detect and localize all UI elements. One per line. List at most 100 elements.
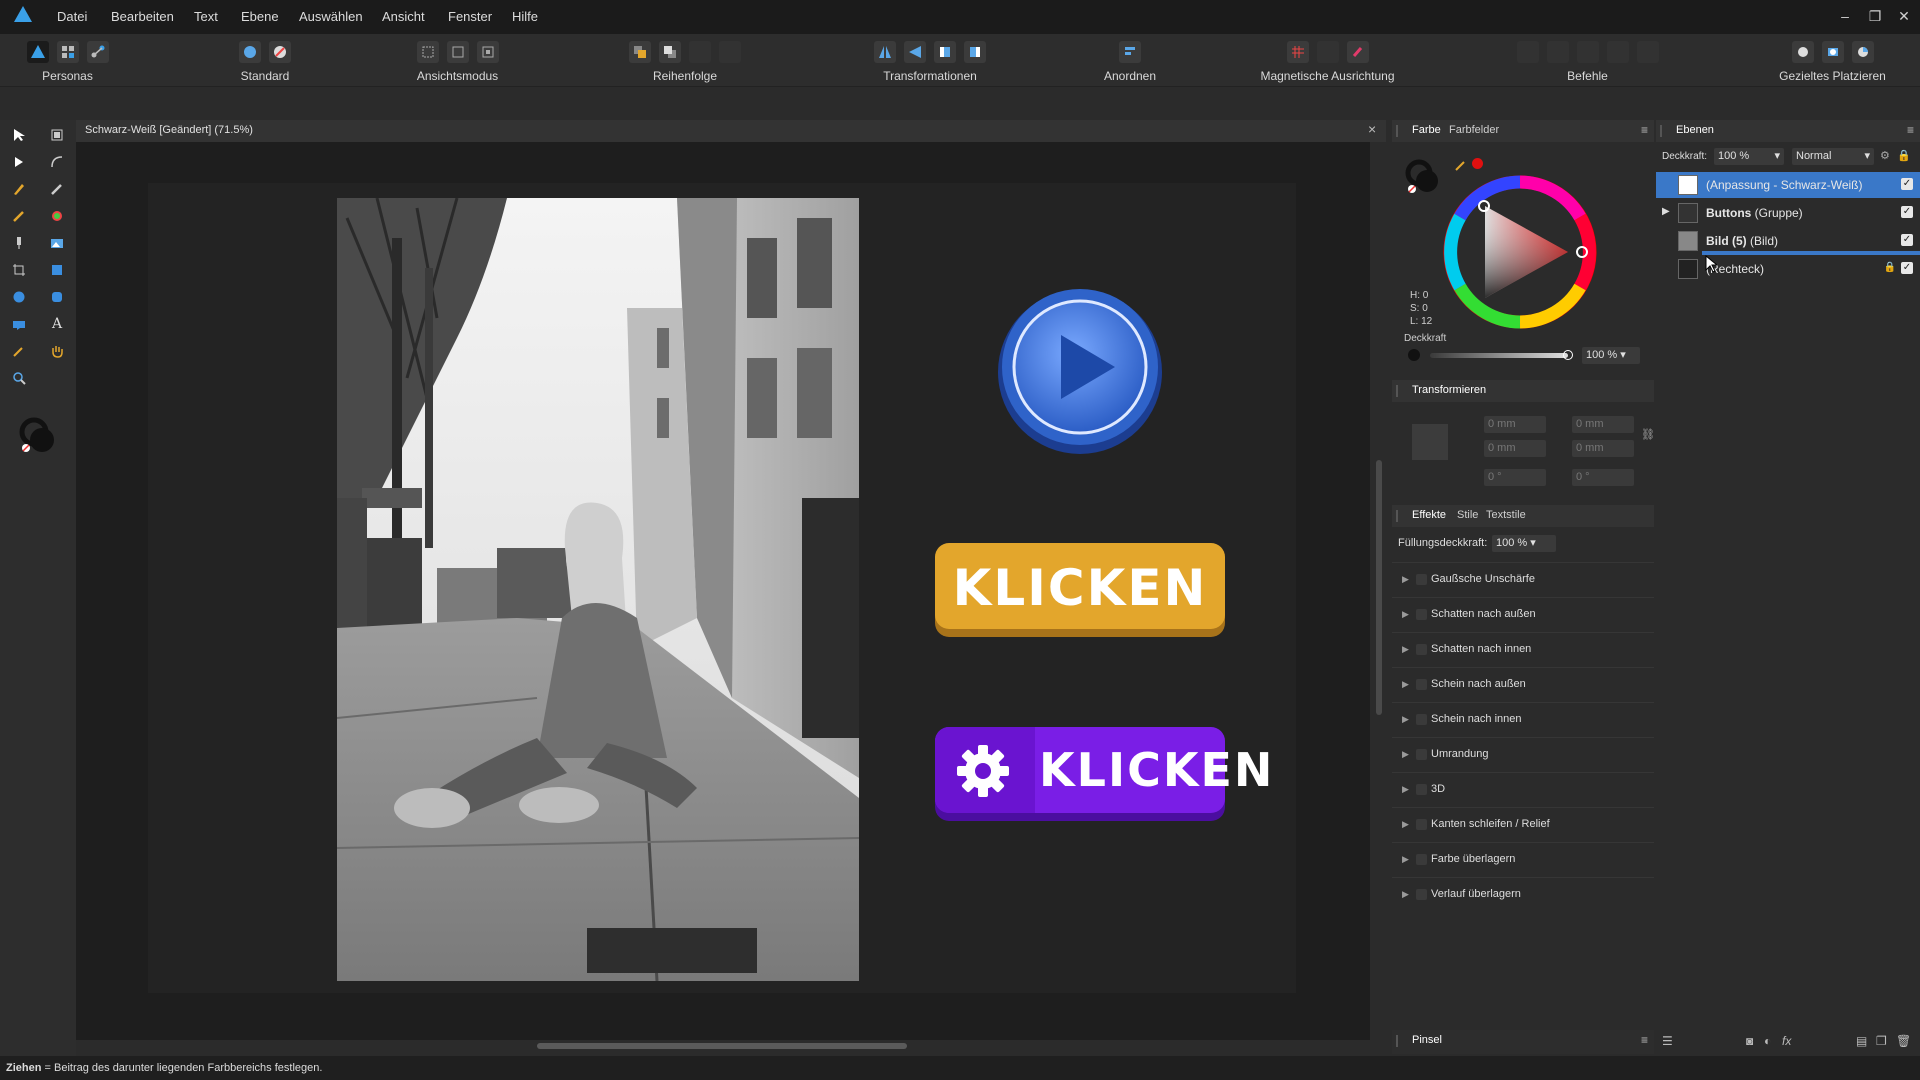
effect-row-outer-shadow[interactable]: ▶ Schatten nach außen [1392,597,1654,632]
play-button-design[interactable] [995,287,1165,457]
expand-arrow-icon[interactable]: ▶ [1402,644,1409,655]
flip-horizontal-icon[interactable] [874,41,896,63]
panel-menu-icon[interactable]: ≡ [1907,123,1914,137]
horizontal-scroll-thumb[interactable] [537,1043,907,1049]
layer-row-buttons-group[interactable]: ▶ Buttons (Gruppe) ✓ [1656,200,1920,226]
expand-arrow-icon[interactable]: ▶ [1402,854,1409,865]
layer-row-adjustment[interactable]: (Anpassung - Schwarz-Weiß) ✓ [1656,172,1920,198]
purple-click-button-design[interactable]: KLICKEN [935,727,1272,823]
tab-pinsel[interactable]: Pinsel [1412,1034,1442,1046]
cmd-2-icon[interactable] [1546,41,1569,63]
order-3-icon[interactable] [689,41,711,63]
menu-ebene[interactable]: Ebene [241,9,279,24]
effect-row-gradient-overlay[interactable]: ▶ Verlauf überlagern [1392,877,1654,912]
expand-arrow-icon[interactable]: ▶ [1402,609,1409,620]
opacity-value-field[interactable]: 100 % ▾ [1582,347,1640,364]
effect-row-bevel-emboss[interactable]: ▶ Kanten schleifen / Relief [1392,807,1654,842]
effect-checkbox[interactable] [1416,609,1427,620]
corner-tool-icon[interactable] [46,151,68,173]
color-wheel[interactable] [1440,172,1600,332]
pencil-tool-icon[interactable] [46,178,68,200]
close-app-button[interactable]: ✕ [1893,6,1915,26]
expand-arrow-icon[interactable]: ▶ [1402,749,1409,760]
visibility-checkbox[interactable]: ✓ [1901,262,1913,274]
fill-opacity-field[interactable]: 100 % ▾ [1492,535,1556,552]
menu-fenster[interactable]: Fenster [448,9,492,24]
menu-datei[interactable]: Datei [57,9,87,24]
x-field[interactable]: 0 mm [1484,416,1546,433]
orange-click-button-design[interactable]: KLICKEN [935,543,1225,639]
duplicate-layer-icon[interactable]: ❐ [1876,1034,1887,1048]
menu-text[interactable]: Text [194,9,218,24]
tab-effekte[interactable]: Effekte [1412,509,1446,521]
effect-checkbox[interactable] [1416,679,1427,690]
menu-ansicht[interactable]: Ansicht [382,9,425,24]
layer-lock-icon[interactable]: 🔒 [1884,262,1896,273]
menu-bearbeiten[interactable]: Bearbeiten [111,9,174,24]
rotate-right-icon[interactable] [964,41,986,63]
artboard-tool-icon[interactable] [46,124,68,146]
vector-brush-icon[interactable] [8,205,30,227]
rectangle-tool-icon[interactable] [46,259,68,281]
visibility-checkbox[interactable]: ✓ [1901,234,1913,246]
expand-arrow-icon[interactable]: ▶ [1402,784,1409,795]
effect-checkbox[interactable] [1416,574,1427,585]
transparency-tool-icon[interactable] [8,232,30,254]
adjustment-icon[interactable]: ◐ [1764,1034,1771,1048]
designer-persona-icon[interactable] [26,41,49,63]
anchor-selector-icon[interactable] [1412,424,1448,460]
snap-2-icon[interactable] [1316,41,1339,63]
ellipse-tool-icon[interactable] [8,286,30,308]
fill-stroke-color-icon[interactable] [18,416,58,456]
layer-opacity-field[interactable]: 100 % ▾ [1714,148,1784,165]
effect-checkbox[interactable] [1416,714,1427,725]
expand-arrow-icon[interactable]: ▶ [1402,714,1409,725]
pixel-persona-icon[interactable] [56,41,79,63]
blend-mode-select[interactable]: Normal ▾ [1792,148,1874,165]
layer-settings-icon[interactable]: ⚙ [1880,149,1890,162]
tab-textstile[interactable]: Textstile [1486,509,1526,521]
expand-arrow-icon[interactable]: ▶ [1402,679,1409,690]
tab-ebenen[interactable]: Ebenen [1676,124,1714,136]
menu-auswaehlen[interactable]: Auswählen [299,9,363,24]
layer-row-rectangle[interactable]: (Rechteck) 🔒 ✓ [1656,256,1920,282]
view-mode-3-icon[interactable] [476,41,499,63]
lock-icon[interactable]: 🔒 [1897,149,1911,162]
menu-hilfe[interactable]: Hilfe [512,9,538,24]
bring-forward-icon[interactable] [629,41,651,63]
effect-row-inner-shadow[interactable]: ▶ Schatten nach innen [1392,632,1654,667]
view-mode-1-icon[interactable] [416,41,439,63]
effect-checkbox[interactable] [1416,784,1427,795]
effect-checkbox[interactable] [1416,644,1427,655]
cmd-4-icon[interactable] [1606,41,1629,63]
cmd-5-icon[interactable] [1636,41,1659,63]
shear-field[interactable]: 0 ° [1572,469,1634,486]
vertical-scroll-thumb[interactable] [1376,460,1382,715]
brush-settings-icon[interactable] [269,41,291,63]
fill-stroke-swatch-icon[interactable] [1404,158,1444,198]
shape-tool-icon[interactable] [8,313,30,335]
effect-checkbox[interactable] [1416,889,1427,900]
opacity-slider-handle[interactable] [1563,350,1573,360]
flip-vertical-icon[interactable] [904,41,926,63]
effect-row-outline[interactable]: ▶ Umrandung [1392,737,1654,772]
opacity-slider[interactable] [1430,353,1568,358]
effect-row-outer-glow[interactable]: ▶ Schein nach außen [1392,667,1654,702]
cmd-1-icon[interactable] [1516,41,1539,63]
place-3-icon[interactable] [1851,41,1874,63]
order-4-icon[interactable] [719,41,741,63]
effect-checkbox[interactable] [1416,819,1427,830]
export-persona-icon[interactable] [86,41,109,63]
color-picker-icon[interactable] [1454,158,1468,172]
rounded-rect-tool-icon[interactable] [46,286,68,308]
expand-group-icon[interactable]: ▶ [1662,206,1670,217]
zoom-tool-icon[interactable] [8,367,30,389]
crop-tool-icon[interactable] [8,259,30,281]
y-field[interactable]: 0 mm [1484,440,1546,457]
place-2-icon[interactable] [1821,41,1844,63]
eyedropper-tool-icon[interactable] [8,340,30,362]
tab-stile[interactable]: Stile [1457,509,1478,521]
align-icon[interactable] [1119,41,1141,63]
width-field[interactable]: 0 mm [1572,416,1634,433]
fx-icon[interactable]: fx [1782,1034,1791,1048]
